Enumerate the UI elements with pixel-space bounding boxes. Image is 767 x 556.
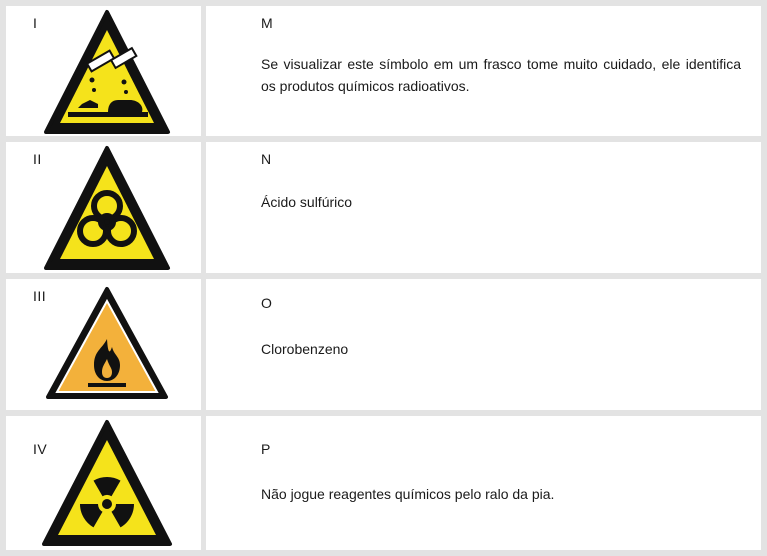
row-description: Não jogue reagentes químicos pelo ralo d… xyxy=(261,486,555,502)
row-numeral: II xyxy=(33,151,42,167)
radioactive-icon xyxy=(42,420,172,546)
table-row: II N Ácido sulfúrico xyxy=(0,142,767,273)
flammable-icon xyxy=(46,287,168,399)
symbol-cell: I xyxy=(6,6,201,136)
description-cell: M Se visualizar este símbolo em um frasc… xyxy=(206,6,761,136)
row-numeral: I xyxy=(33,15,38,31)
row-letter: O xyxy=(261,295,272,311)
row-letter: M xyxy=(261,15,273,31)
row-description: Se visualizar este símbolo em um frasco … xyxy=(261,56,741,94)
row-description: Clorobenzeno xyxy=(261,341,349,357)
description-cell: N Ácido sulfúrico xyxy=(206,142,761,273)
row-description: Ácido sulfúrico xyxy=(261,194,353,210)
symbol-cell: II xyxy=(6,142,201,273)
symbol-cell: IV xyxy=(6,416,201,550)
symbol-cell: III xyxy=(6,279,201,410)
description-cell: P Não jogue reagentes químicos pelo ralo… xyxy=(206,416,761,550)
hazard-symbol-table: I M Se visualizar este símbolo em um fra… xyxy=(0,0,767,556)
table-row: III O Clorobenzeno xyxy=(0,279,767,410)
corrosive-icon xyxy=(44,10,170,134)
description-cell: O Clorobenzeno xyxy=(206,279,761,410)
row-letter: N xyxy=(261,151,272,167)
biohazard-icon xyxy=(44,146,170,270)
row-letter: P xyxy=(261,441,271,457)
table-row: I M Se visualizar este símbolo em um fra… xyxy=(0,6,767,136)
table-row: IV P Não jogue reagentes químicos pelo r… xyxy=(0,416,767,550)
